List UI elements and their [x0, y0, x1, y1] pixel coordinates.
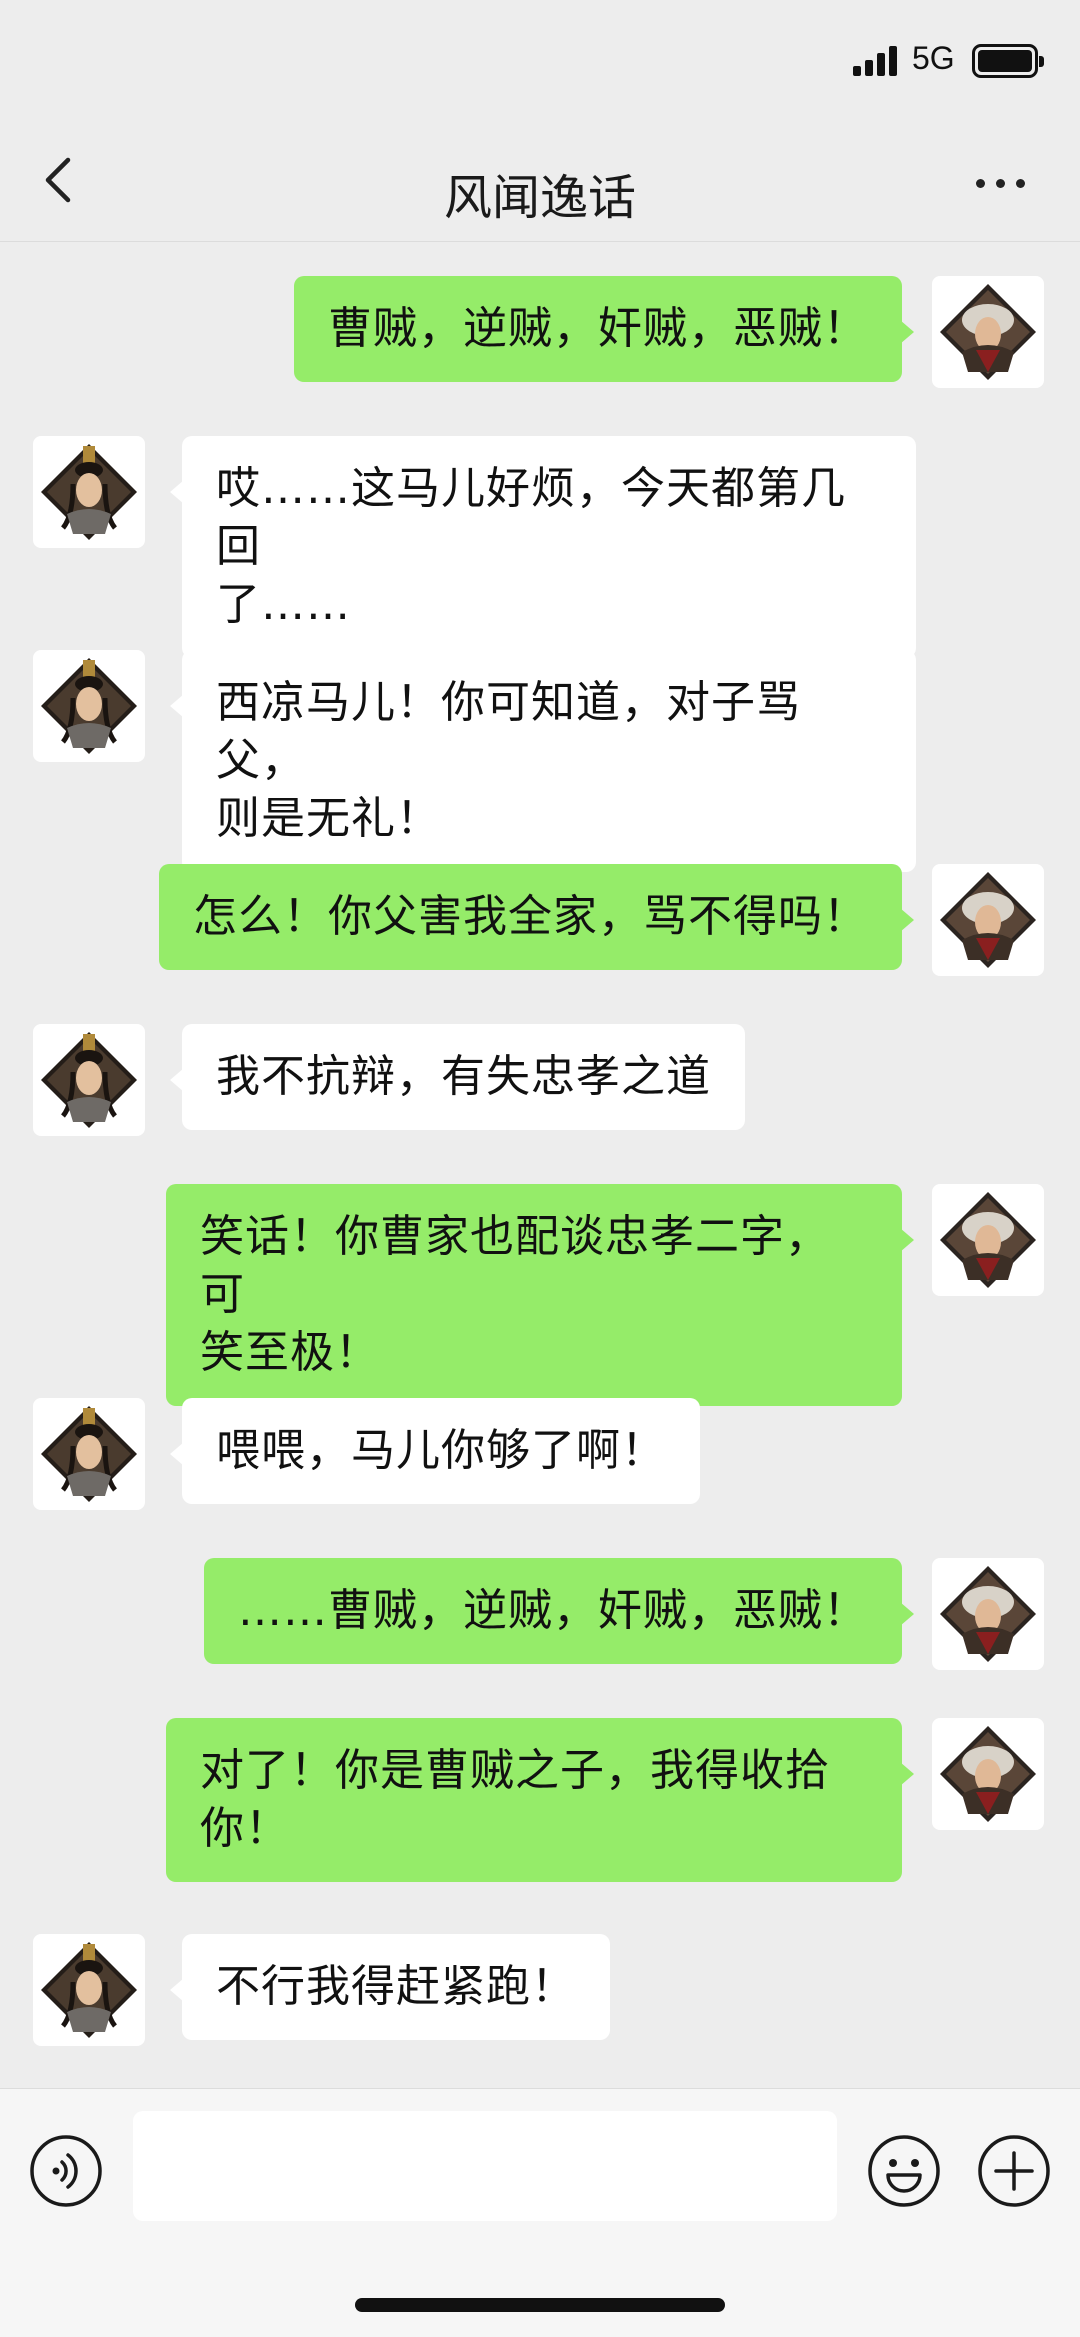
message-line: 对了！你是曹贼之子，我得收拾	[200, 1745, 830, 1796]
message-line: 笑话！你曹家也配谈忠孝二字，可	[200, 1211, 830, 1320]
home-indicator[interactable]	[355, 2298, 725, 2312]
warrior-avatar-icon	[940, 1726, 1036, 1822]
message-line: 笑至极！	[200, 1327, 380, 1378]
message-bubble[interactable]: 不行我得赶紧跑！	[170, 1934, 610, 2040]
message-line: 你！	[200, 1803, 290, 1854]
message-line: 哎……这马儿好烦，今天都第几回	[216, 463, 846, 572]
my-avatar[interactable]	[932, 1718, 1044, 1830]
my-avatar[interactable]	[932, 1558, 1044, 1670]
message-line: ……曹贼，逆贼，奸贼，恶贼！	[238, 1585, 868, 1636]
more-horizontal-icon	[976, 179, 985, 188]
voice-button[interactable]	[28, 2133, 104, 2209]
message-line: 了……	[216, 579, 351, 630]
message-bubble[interactable]: 笑话！你曹家也配谈忠孝二字，可 笑至极！	[166, 1184, 914, 1406]
nav-bar: 风闻逸话	[0, 120, 1080, 242]
message-bubble[interactable]: 对了！你是曹贼之子，我得收拾 你！	[166, 1718, 914, 1882]
message-bubble[interactable]: 哎……这马儿好烦，今天都第几回 了……	[170, 436, 916, 658]
message-bubble[interactable]: 喂喂，马儿你够了啊！	[170, 1398, 700, 1504]
message-bubble[interactable]: 曹贼，逆贼，奸贼，恶贼！	[294, 276, 914, 382]
warrior-avatar-icon	[940, 872, 1036, 968]
warrior-avatar-icon	[940, 1192, 1036, 1288]
contact-avatar[interactable]	[33, 1024, 145, 1136]
emoji-icon	[868, 2135, 940, 2207]
message-input[interactable]	[133, 2111, 837, 2221]
my-avatar[interactable]	[932, 1184, 1044, 1296]
my-avatar[interactable]	[932, 276, 1044, 388]
more-button[interactable]	[968, 160, 1032, 204]
scholar-avatar-icon	[41, 658, 137, 754]
scholar-avatar-icon	[41, 1942, 137, 2038]
scholar-avatar-icon	[41, 1406, 137, 1502]
battery-full-icon	[972, 44, 1044, 78]
message-line: 喂喂，马儿你够了啊！	[216, 1425, 666, 1476]
contact-avatar[interactable]	[33, 650, 145, 762]
status-bar: 5G	[0, 0, 1080, 120]
voice-icon	[30, 2135, 102, 2207]
contact-avatar[interactable]	[33, 436, 145, 548]
scholar-avatar-icon	[41, 1032, 137, 1128]
contact-avatar[interactable]	[33, 1398, 145, 1510]
message-line: 怎么！你父害我全家，骂不得吗！	[193, 891, 868, 942]
message-line: 不行我得赶紧跑！	[216, 1961, 576, 2012]
cellular-signal-icon	[853, 46, 901, 76]
message-bubble[interactable]: 我不抗辩，有失忠孝之道	[170, 1024, 745, 1130]
message-line: 曹贼，逆贼，奸贼，恶贼！	[328, 303, 868, 354]
message-bubble[interactable]: ……曹贼，逆贼，奸贼，恶贼！	[204, 1558, 914, 1664]
scholar-avatar-icon	[41, 444, 137, 540]
network-type-label: 5G	[912, 40, 955, 76]
message-line: 西凉马儿！你可知道，对子骂父，	[216, 677, 801, 786]
message-bubble[interactable]: 怎么！你父害我全家，骂不得吗！	[159, 864, 914, 970]
message-line: 则是无礼！	[216, 793, 441, 844]
message-bubble[interactable]: 西凉马儿！你可知道，对子骂父， 则是无礼！	[170, 650, 916, 872]
plus-button[interactable]	[976, 2133, 1052, 2209]
emoji-button[interactable]	[866, 2133, 942, 2209]
message-line: 我不抗辩，有失忠孝之道	[216, 1051, 711, 1102]
warrior-avatar-icon	[940, 1566, 1036, 1662]
warrior-avatar-icon	[940, 284, 1036, 380]
page-title: 风闻逸话	[443, 170, 636, 226]
plus-icon	[978, 2135, 1050, 2207]
my-avatar[interactable]	[932, 864, 1044, 976]
contact-avatar[interactable]	[33, 1934, 145, 2046]
